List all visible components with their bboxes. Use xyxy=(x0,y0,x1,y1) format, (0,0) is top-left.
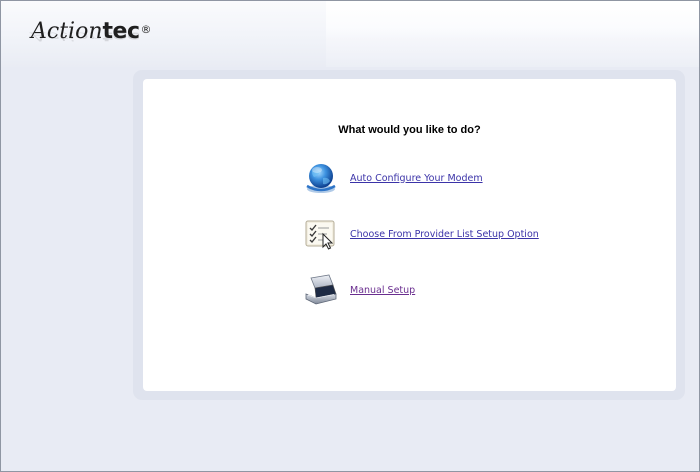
manual-setup-link[interactable]: Manual Setup xyxy=(350,285,415,296)
option-manual-setup[interactable]: Manual Setup xyxy=(303,272,415,308)
logo-reflection: Actiontec xyxy=(31,29,140,43)
registered-mark: ® xyxy=(140,23,152,36)
browser-page: Actiontec® Actiontec What would you like… xyxy=(0,0,700,472)
auto-configure-link[interactable]: Auto Configure Your Modem xyxy=(350,173,483,184)
provider-list-link[interactable]: Choose From Provider List Setup Option xyxy=(350,229,539,240)
header-stripe xyxy=(326,37,699,67)
option-provider-list[interactable]: Choose From Provider List Setup Option xyxy=(303,216,539,252)
page-question: What would you like to do? xyxy=(338,124,481,136)
header-bar: Actiontec® Actiontec xyxy=(1,1,699,67)
globe-icon[interactable] xyxy=(303,160,339,196)
setup-panel: What would you like to do? Auto Configur… xyxy=(143,79,676,391)
option-auto-configure[interactable]: Auto Configure Your Modem xyxy=(303,160,483,196)
scanner-icon[interactable] xyxy=(303,272,339,308)
checklist-icon[interactable] xyxy=(303,216,339,252)
